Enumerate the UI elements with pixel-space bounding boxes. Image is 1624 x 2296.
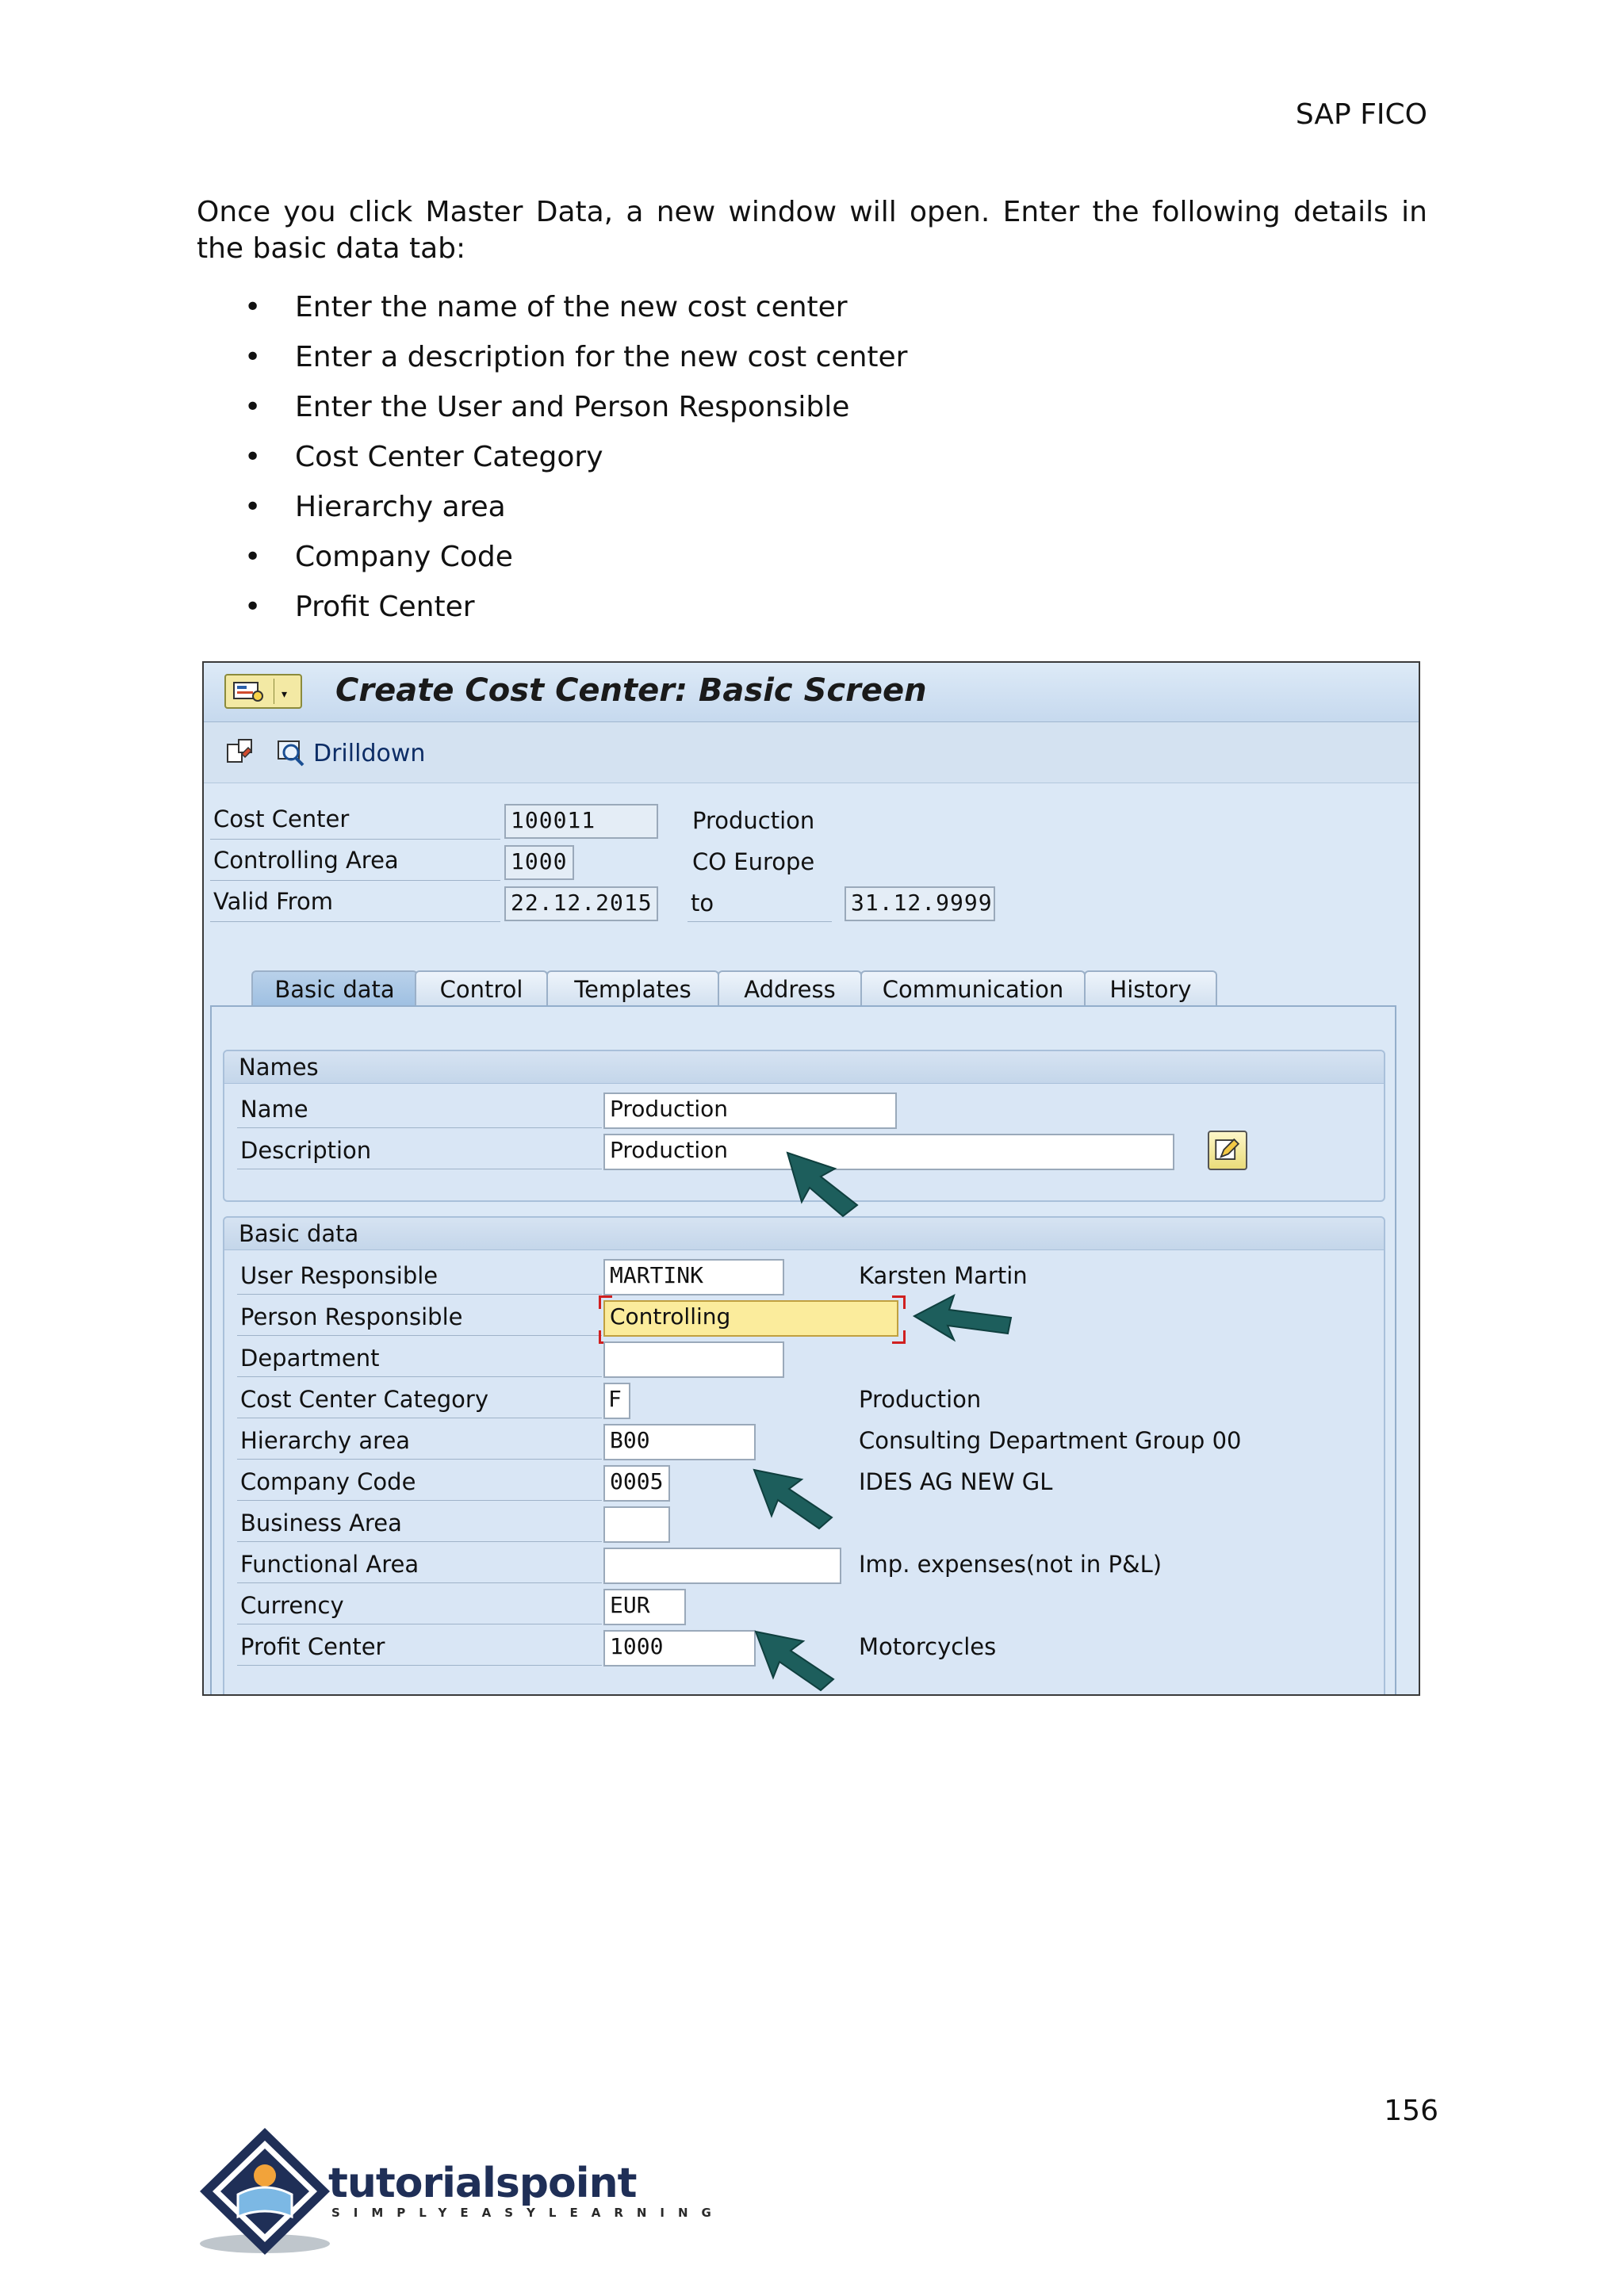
department-label: Department (240, 1345, 380, 1372)
display-change-icon[interactable] (224, 737, 256, 768)
profit-center-text: Motorcycles (859, 1633, 997, 1660)
arrow-pointer-icon (786, 1151, 859, 1218)
company-code-input[interactable]: 0005 (603, 1465, 670, 1502)
list-item: Enter the name of the new cost center (197, 287, 907, 337)
profit-center-input[interactable]: 1000 (603, 1630, 756, 1667)
hierarchy-area-input[interactable]: B00 (603, 1424, 756, 1460)
profit-center-label: Profit Center (240, 1633, 385, 1660)
list-item: Cost Center Category (197, 437, 907, 487)
tutorialspoint-logo-icon (200, 2128, 330, 2255)
cost-center-category-text: Production (859, 1386, 982, 1413)
basic-data-group: Basic data User Responsible MARTINK Kars… (223, 1216, 1385, 1694)
list-item: Hierarchy area (197, 487, 907, 537)
page-number: 156 (1384, 2095, 1438, 2127)
system-menu-button[interactable]: ▾ (224, 674, 302, 709)
name-input[interactable]: Production (603, 1093, 897, 1129)
cost-center-text: Production (692, 807, 815, 834)
page-header-title: SAP FICO (1295, 98, 1427, 131)
user-responsible-input[interactable]: MARTINK (603, 1259, 784, 1295)
controlling-area-label: Controlling Area (213, 847, 399, 874)
arrow-pointer-icon (912, 1293, 1013, 1342)
person-responsible-label: Person Responsible (240, 1303, 463, 1330)
user-responsible-text: Karsten Martin (859, 1262, 1028, 1289)
company-code-text: IDES AG NEW GL (859, 1468, 1053, 1495)
tab-communication[interactable]: Communication (860, 970, 1086, 1005)
controlling-area-field: 1000 (504, 845, 574, 880)
drilldown-button[interactable]: Drilldown (313, 740, 425, 767)
valid-from-field: 22.12.2015 (504, 886, 658, 921)
user-responsible-label: User Responsible (240, 1262, 439, 1289)
intro-paragraph: Once you click Master Data, a new window… (197, 196, 1427, 265)
hierarchy-area-text: Consulting Department Group 00 (859, 1427, 1242, 1454)
list-item: Enter the User and Person Responsible (197, 387, 907, 437)
tab-history[interactable]: History (1084, 970, 1217, 1005)
arrow-pointer-icon (754, 1630, 835, 1692)
logo-tagline: SIMPLYEASYLEARNING (331, 2206, 725, 2220)
department-input[interactable] (603, 1341, 784, 1378)
list-item: Company Code (197, 537, 907, 587)
name-label: Name (240, 1096, 308, 1123)
cost-center-field: 100011 (504, 804, 658, 839)
application-toolbar: Drilldown (204, 722, 1419, 783)
currency-label: Currency (240, 1592, 344, 1619)
arrow-pointer-icon (753, 1468, 833, 1530)
currency-input[interactable]: EUR (603, 1589, 686, 1625)
chevron-down-icon: ▾ (282, 688, 288, 701)
valid-to-label: to (691, 890, 714, 916)
tab-address[interactable]: Address (718, 970, 862, 1005)
company-code-label: Company Code (240, 1468, 416, 1495)
functional-area-text: Imp. expenses(not in P&L) (859, 1551, 1162, 1578)
tab-basic-data[interactable]: Basic data (251, 970, 418, 1005)
cost-center-category-label: Cost Center Category (240, 1386, 488, 1413)
names-group-title: Names (224, 1051, 1384, 1084)
tab-control[interactable]: Control (415, 970, 548, 1005)
business-area-label: Business Area (240, 1510, 402, 1536)
list-item: Profit Center (197, 587, 907, 637)
tab-templates[interactable]: Templates (546, 970, 719, 1005)
edit-text-icon[interactable] (1208, 1131, 1247, 1170)
description-label: Description (240, 1137, 372, 1164)
logo-text: tutorialspoint (328, 2160, 637, 2207)
controlling-area-text: CO Europe (692, 848, 815, 875)
cost-center-label: Cost Center (213, 806, 350, 832)
drilldown-icon[interactable] (275, 737, 307, 768)
window-title: Create Cost Center: Basic Screen (335, 672, 927, 709)
functional-area-label: Functional Area (240, 1551, 419, 1578)
tab-panel: Names Name Production Description Produc… (210, 1005, 1396, 1694)
menu-icon (233, 682, 263, 702)
functional-area-input[interactable] (603, 1548, 841, 1584)
hierarchy-area-label: Hierarchy area (240, 1427, 411, 1454)
valid-to-field: 31.12.9999 (845, 886, 995, 921)
list-item: Enter a description for the new cost cen… (197, 337, 907, 387)
cost-center-category-input[interactable]: F (603, 1383, 630, 1419)
instruction-list: Enter the name of the new cost center En… (197, 287, 907, 637)
sap-window: ▾ Create Cost Center: Basic Screen Drill… (202, 661, 1420, 1696)
title-bar: ▾ Create Cost Center: Basic Screen (204, 663, 1419, 722)
person-responsible-input[interactable]: Controlling (603, 1300, 898, 1337)
valid-from-label: Valid From (213, 888, 333, 915)
business-area-input[interactable] (603, 1506, 670, 1543)
